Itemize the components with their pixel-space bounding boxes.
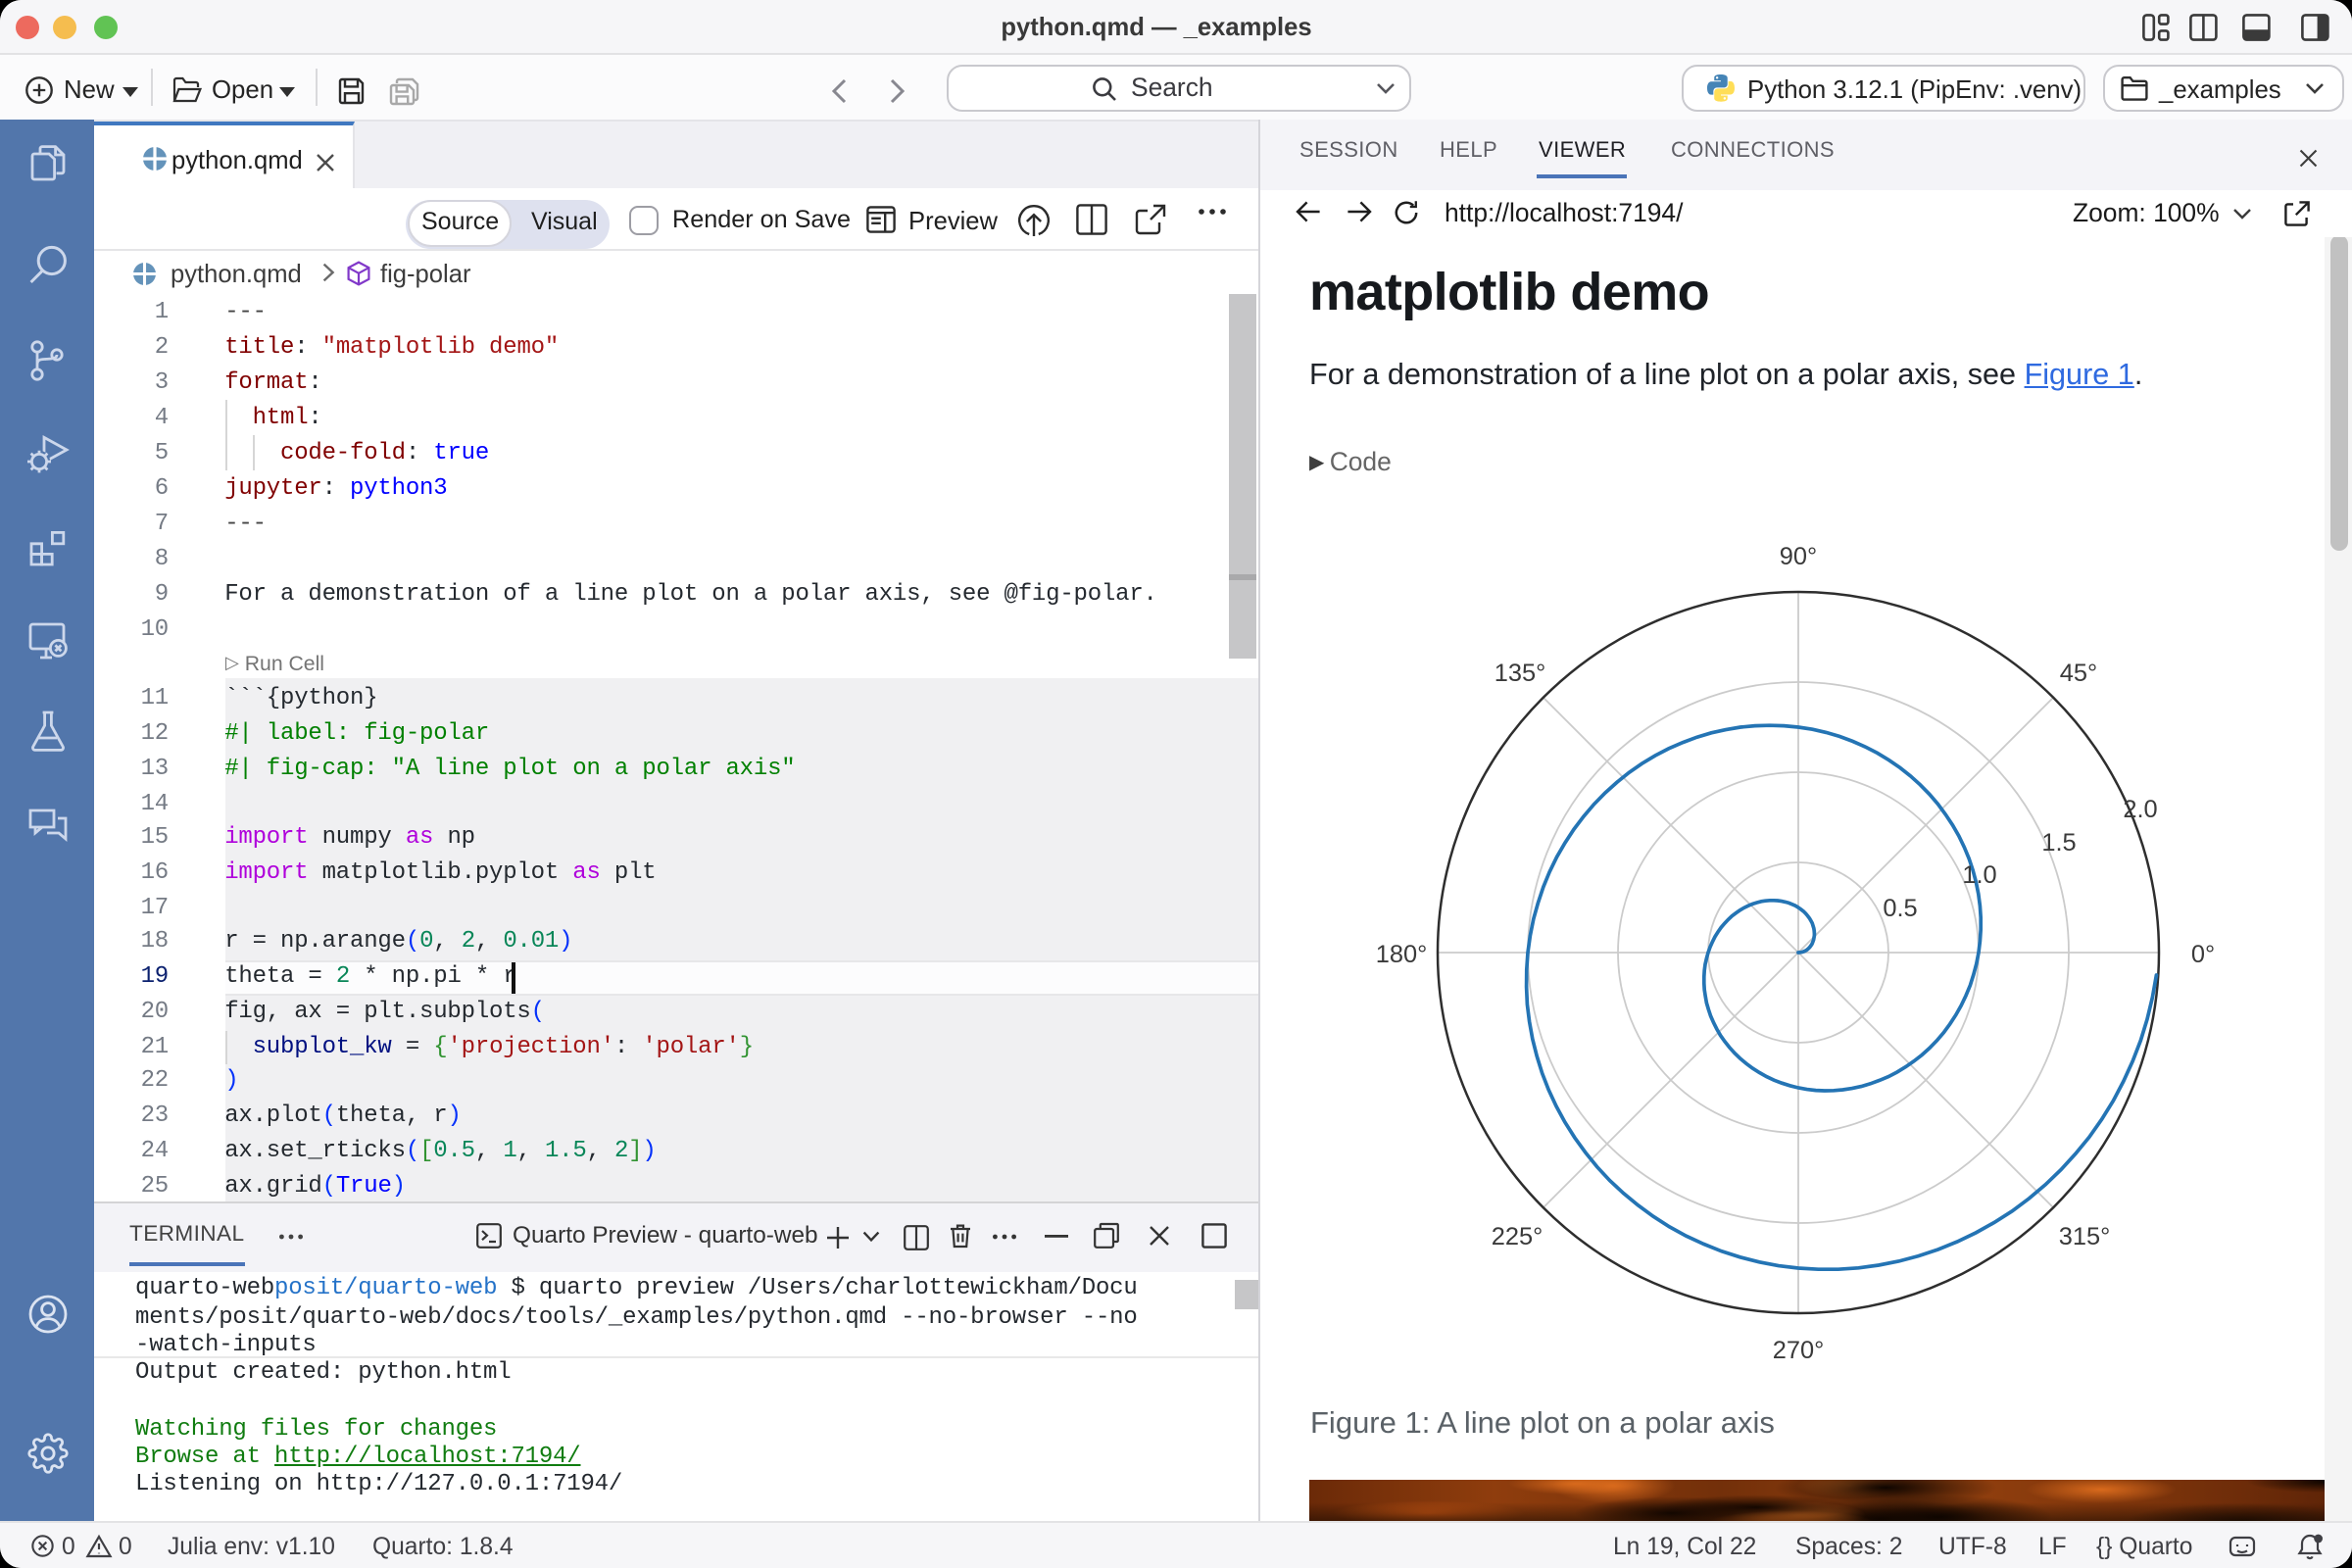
svg-text:315°: 315° <box>2059 1223 2111 1250</box>
svg-text:1.0: 1.0 <box>1962 861 1996 889</box>
svg-text:2.0: 2.0 <box>2123 796 2157 823</box>
svg-text:0°: 0° <box>2191 941 2215 968</box>
svg-text:45°: 45° <box>2060 660 2097 687</box>
svg-text:135°: 135° <box>1494 660 1546 687</box>
svg-text:270°: 270° <box>1773 1337 1825 1364</box>
svg-text:0.5: 0.5 <box>1883 895 1917 922</box>
svg-text:90°: 90° <box>1780 543 1817 570</box>
svg-text:1.5: 1.5 <box>2041 829 2076 857</box>
svg-text:180°: 180° <box>1376 941 1428 968</box>
svg-text:225°: 225° <box>1492 1223 1544 1250</box>
